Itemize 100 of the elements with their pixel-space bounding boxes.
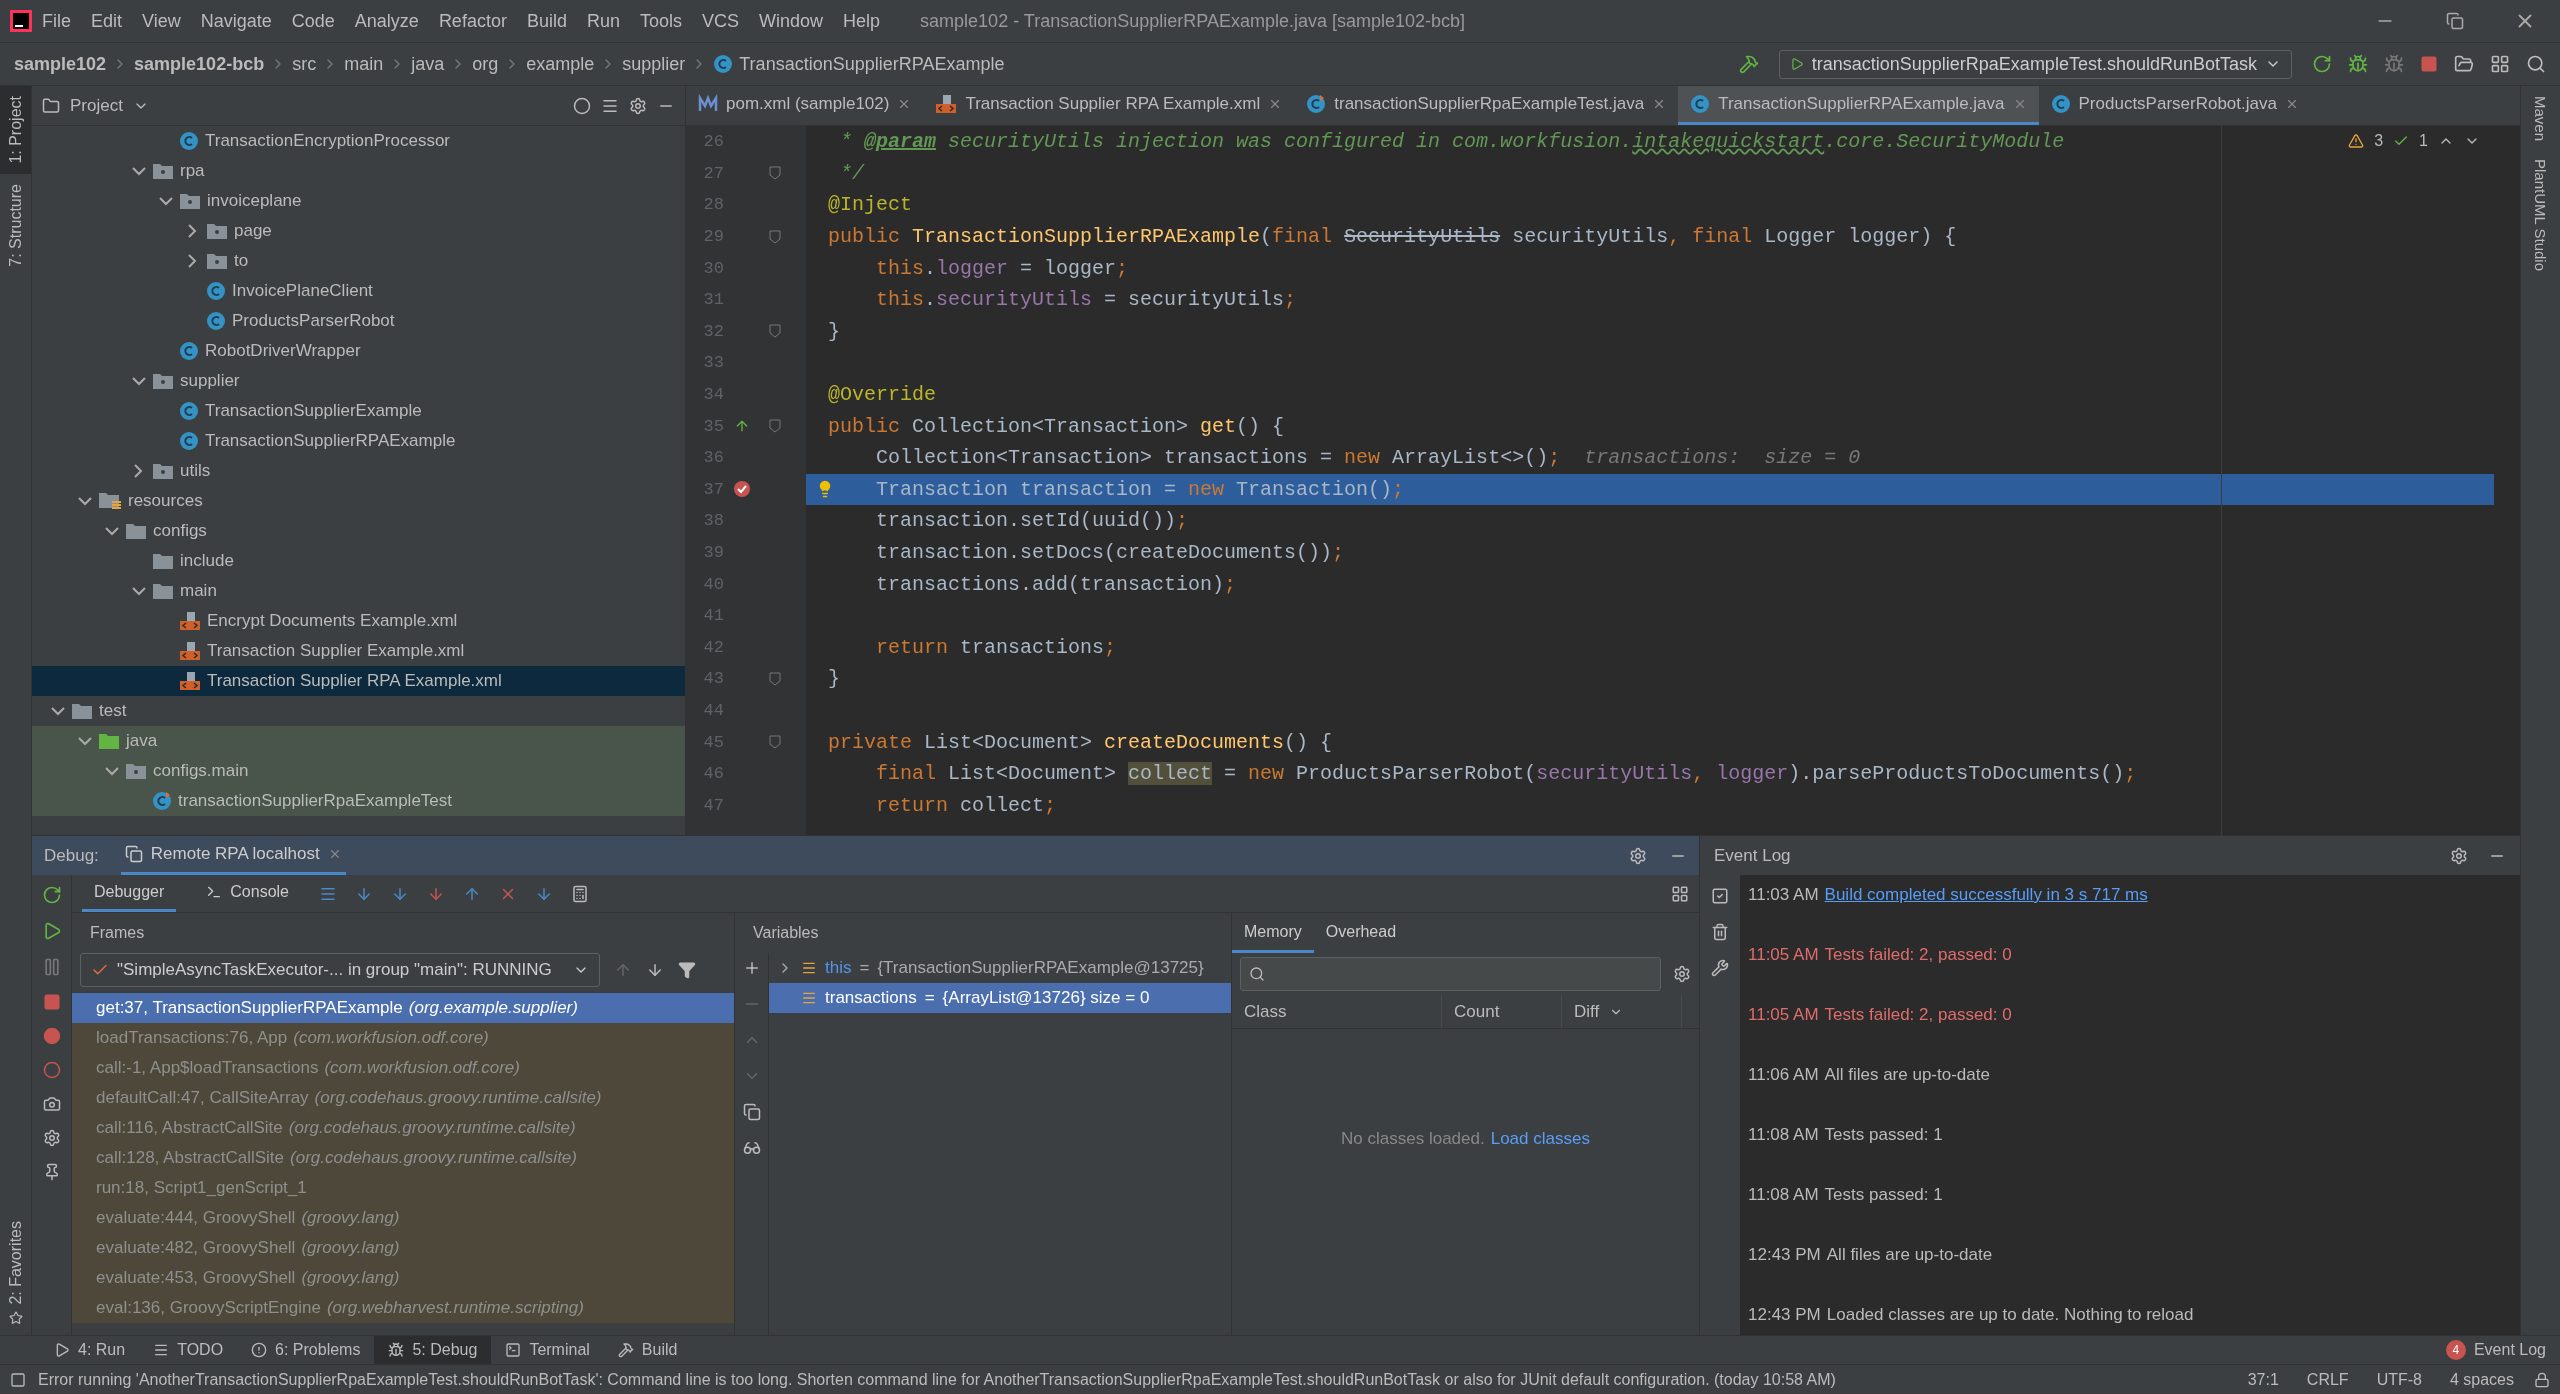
- tree-item[interactable]: java: [32, 726, 685, 756]
- stack-frame[interactable]: call:-1, App$loadTransactions (com.workfusion.odf.core): [72, 1053, 734, 1083]
- camera-icon[interactable]: [42, 1095, 61, 1113]
- editor-tab[interactable]: TransactionSupplierRPAExample.java: [1678, 86, 2039, 125]
- stack-frame[interactable]: evaluate:444, GroovyShell (groovy.lang): [72, 1203, 734, 1233]
- chevron-right-icon[interactable]: [188, 254, 197, 268]
- chevron-down-icon[interactable]: [77, 736, 92, 746]
- tree-item[interactable]: test: [32, 696, 685, 726]
- tree-item[interactable]: configs: [32, 516, 685, 546]
- menu-item[interactable]: Edit: [81, 10, 133, 32]
- glasses-icon[interactable]: [742, 1139, 761, 1157]
- menu-item[interactable]: Window: [749, 10, 834, 32]
- layout-icon[interactable]: [1671, 884, 1689, 903]
- fold-icon[interactable]: [769, 735, 781, 750]
- breadcrumb[interactable]: main: [344, 53, 384, 75]
- stack-frame[interactable]: evaluate:453, GroovyShell (groovy.lang): [72, 1263, 734, 1293]
- breakpoint-icon[interactable]: [733, 480, 751, 499]
- stack-frame[interactable]: defaultCall:47, CallSiteArray (org.codehaus.groovy.runtime.callsite): [72, 1083, 734, 1113]
- variable-row[interactable]: transactions = {ArrayList@13726} size = 0: [769, 983, 1231, 1013]
- menu-item[interactable]: Analyze: [344, 10, 429, 32]
- chevron-down-icon[interactable]: [131, 166, 146, 176]
- copy-icon[interactable]: [742, 1103, 761, 1121]
- chevron-right-icon[interactable]: [134, 464, 143, 478]
- tree-item[interactable]: transactionSupplierRpaExampleTest: [32, 786, 685, 816]
- chevron-down-icon[interactable]: [77, 496, 92, 506]
- menu-item[interactable]: VCS: [692, 10, 749, 32]
- tree-item[interactable]: resources: [32, 486, 685, 516]
- fold-icon[interactable]: [769, 671, 781, 686]
- fold-icon[interactable]: [769, 166, 781, 181]
- status-item[interactable]: CRLF: [2298, 1370, 2357, 1389]
- lock-icon[interactable]: [2534, 1371, 2550, 1388]
- breadcrumb[interactable]: src: [292, 53, 317, 75]
- tool-window-tab[interactable]: 4: Run: [40, 1336, 140, 1364]
- tree-item[interactable]: invoiceplane: [32, 186, 685, 216]
- menu-item[interactable]: File: [32, 10, 81, 32]
- status-item[interactable]: 37:1: [2239, 1370, 2287, 1389]
- menu-item[interactable]: View: [132, 10, 191, 32]
- tool-window-tab[interactable]: Build: [603, 1336, 692, 1364]
- tree-item[interactable]: RobotDriverWrapper: [32, 336, 685, 366]
- menu-item[interactable]: Code: [281, 10, 345, 32]
- settings-icon[interactable]: [629, 96, 647, 115]
- breadcrumb[interactable]: org: [472, 53, 499, 75]
- mark-read-icon[interactable]: [1711, 887, 1729, 905]
- menu-item[interactable]: Help: [833, 10, 891, 32]
- calculator-icon[interactable]: [571, 884, 589, 903]
- breadcrumb[interactable]: java: [411, 53, 445, 75]
- column-header[interactable]: Class: [1232, 995, 1442, 1028]
- memory-tab[interactable]: Overhead: [1313, 913, 1409, 953]
- breadcrumb[interactable]: TransactionSupplierRPAExample: [713, 53, 1005, 75]
- breakpoints-icon[interactable]: [42, 1027, 61, 1045]
- breadcrumb[interactable]: sample102: [14, 53, 107, 75]
- session-tab[interactable]: Remote RPA localhost: [120, 836, 346, 875]
- status-item[interactable]: 4 spaces: [2441, 1370, 2522, 1389]
- stack-frame[interactable]: eval:136, GroovyScriptEngine (org.webharvest.runtime.scripting): [72, 1293, 734, 1323]
- stop-icon[interactable]: [2420, 55, 2438, 73]
- stack-frame[interactable]: call:116, AbstractCallSite (org.codehaus.groovy.runtime.callsite): [72, 1113, 734, 1143]
- chevron-down-icon[interactable]: [104, 526, 119, 536]
- variable-row[interactable]: this = {TransactionSupplierRPAExample@13725}: [769, 953, 1231, 983]
- chevron-down-icon[interactable]: [131, 586, 146, 596]
- tool-window-tab[interactable]: 1: Project: [0, 86, 31, 174]
- settings-icon[interactable]: [42, 1129, 61, 1147]
- rerun-icon[interactable]: [41, 885, 62, 905]
- search-icon[interactable]: [2526, 54, 2546, 74]
- fold-icon[interactable]: [769, 419, 781, 434]
- event-log-tab[interactable]: 4 Event Log: [2431, 1336, 2560, 1364]
- tree-item[interactable]: Transaction Supplier RPA Example.xml: [32, 666, 685, 696]
- thread-dropdown[interactable]: "SimpleAsyncTaskExecutor-... in group "main": RUNNING: [80, 953, 600, 987]
- status-item[interactable]: UTF-8: [2368, 1370, 2430, 1389]
- menu-item[interactable]: Run: [576, 10, 630, 32]
- tool-window-tab[interactable]: 2: Favorites: [0, 1211, 31, 1335]
- editor-tab[interactable]: Transaction Supplier RPA Example.xml: [923, 86, 1295, 125]
- editor-tab[interactable]: pom.xml (sample102): [686, 86, 924, 125]
- tree-item[interactable]: Transaction Supplier Example.xml: [32, 636, 685, 666]
- menu-item[interactable]: Tools: [629, 10, 692, 32]
- bug-icon[interactable]: [2384, 54, 2404, 74]
- memory-tab[interactable]: Memory: [1232, 913, 1314, 953]
- stack-frame[interactable]: run:18, Script1_genScript_1: [72, 1173, 734, 1203]
- wrench-icon[interactable]: [1711, 959, 1729, 977]
- chevron-down-icon[interactable]: [104, 766, 119, 776]
- breadcrumb[interactable]: sample102-bcb: [134, 53, 265, 75]
- tool-window-tab[interactable]: 6: Problems: [237, 1336, 375, 1364]
- tree-item[interactable]: TransactionSupplierExample: [32, 396, 685, 426]
- chevron-right-icon[interactable]: [188, 224, 197, 238]
- menu-item[interactable]: Refactor: [428, 10, 517, 32]
- stack-frame[interactable]: call:128, AbstractCallSite (org.codehaus.groovy.runtime.callsite): [72, 1143, 734, 1173]
- tool-window-tab[interactable]: Terminal: [491, 1336, 604, 1364]
- tree-item[interactable]: supplier: [32, 366, 685, 396]
- tree-item[interactable]: ProductsParserRobot: [32, 306, 685, 336]
- hammer-icon[interactable]: [1738, 54, 1759, 74]
- tool-window-tab[interactable]: TODO: [139, 1336, 238, 1364]
- breadcrumb[interactable]: example: [526, 53, 595, 75]
- tree-item[interactable]: utils: [32, 456, 685, 486]
- load-classes-link[interactable]: Load classes: [1490, 1129, 1590, 1335]
- chevron-down-icon[interactable]: [131, 376, 146, 386]
- tool-window-tab[interactable]: PlantUML Studio: [2532, 159, 2549, 272]
- restore-icon[interactable]: [2446, 12, 2464, 30]
- tree-item[interactable]: InvoicePlaneClient: [32, 276, 685, 306]
- panel-toggle-icon[interactable]: [10, 1371, 26, 1388]
- search-field[interactable]: [1240, 957, 1661, 991]
- fold-icon[interactable]: [769, 229, 781, 244]
